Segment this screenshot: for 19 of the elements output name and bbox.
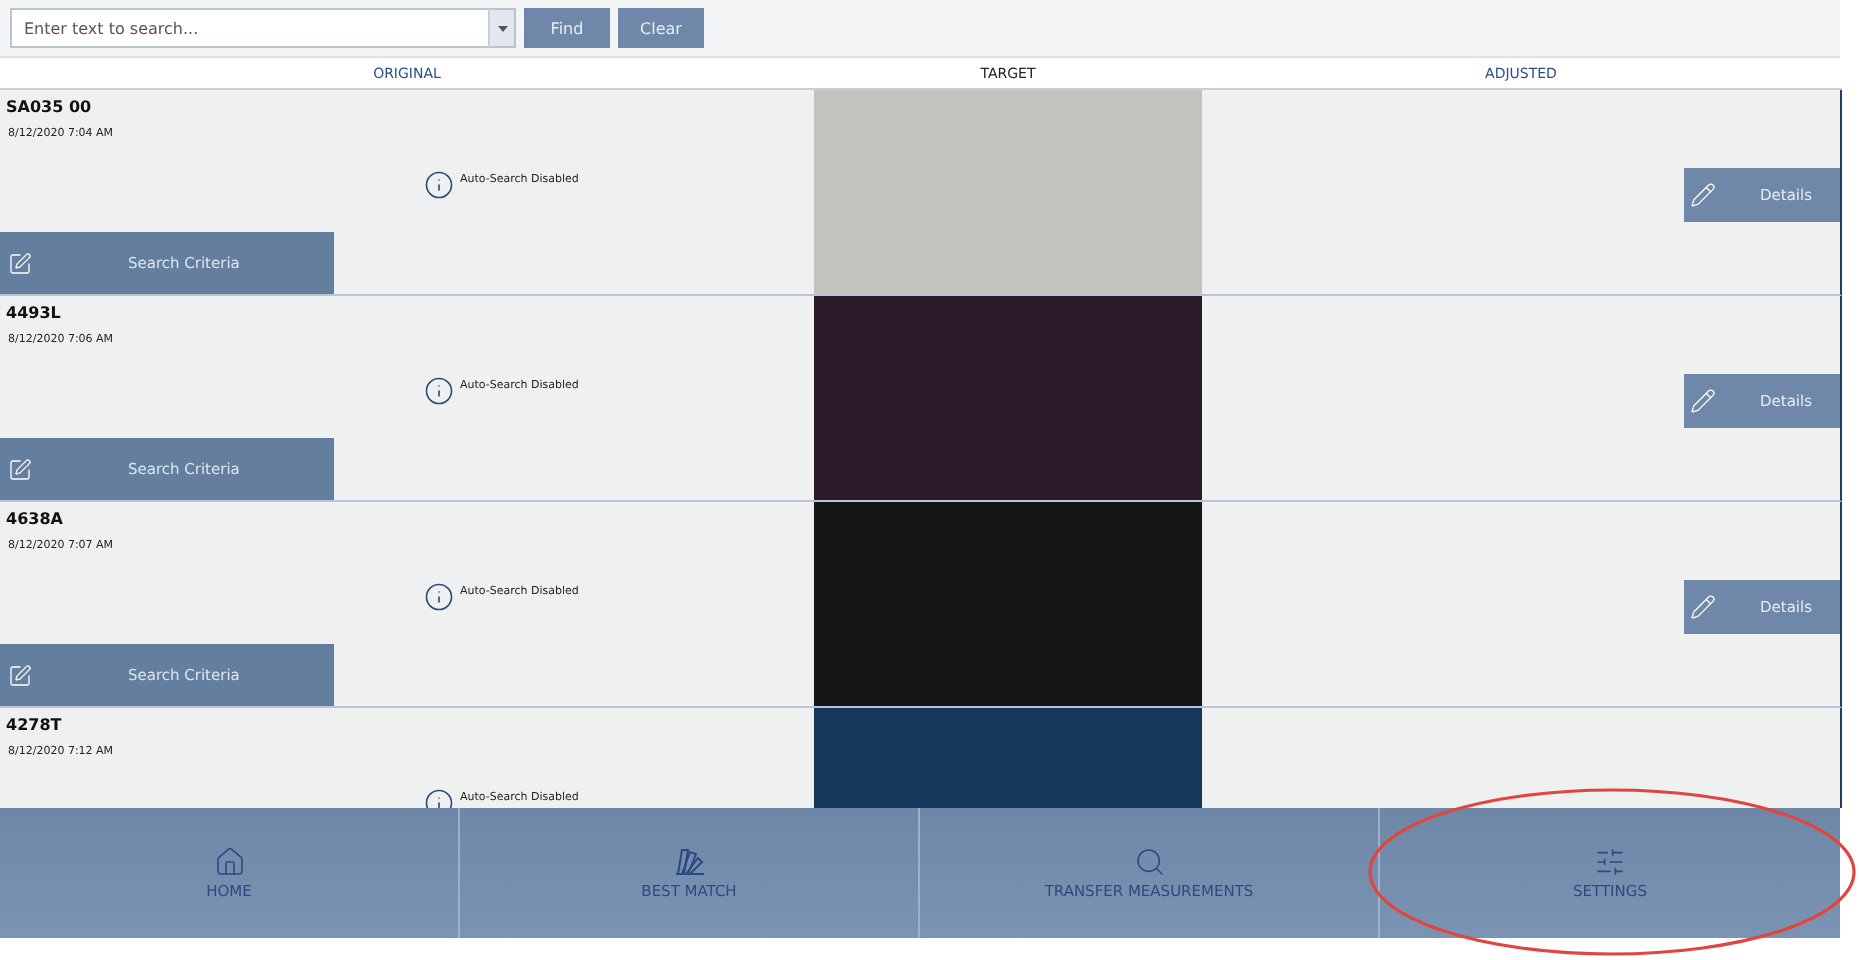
find-button[interactable]: Find: [524, 8, 610, 48]
dropdown-caret-icon: [497, 25, 507, 31]
pencil-icon: [1690, 593, 1716, 619]
pencil-icon: [1690, 181, 1716, 207]
fan-deck-icon: [671, 846, 707, 878]
clear-button[interactable]: Clear: [618, 8, 704, 48]
info-icon: [424, 170, 454, 200]
home-icon: [213, 846, 245, 878]
dropdown-button[interactable]: [488, 8, 516, 48]
sliders-icon: [1594, 846, 1626, 878]
search-field[interactable]: Enter text to search...: [10, 8, 488, 48]
search-icon: [1133, 846, 1165, 878]
item-name: 4278T: [4, 714, 64, 734]
item-name: SA035 00: [4, 96, 94, 116]
item-name: 4493L: [4, 302, 63, 322]
item-name: 4638A: [4, 508, 65, 528]
info-icon: [424, 376, 454, 406]
pencil-icon: [1690, 387, 1716, 413]
info-icon: [424, 582, 454, 612]
